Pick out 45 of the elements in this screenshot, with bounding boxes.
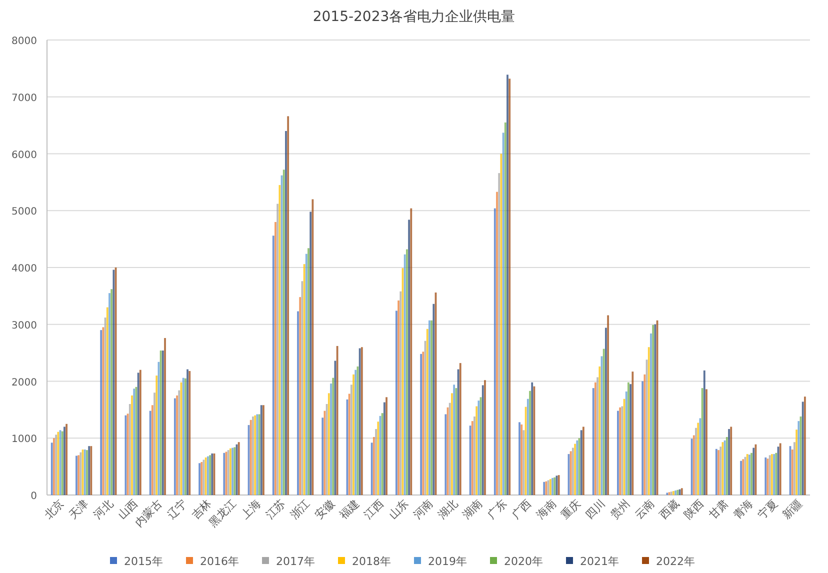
tick-label: 5000 xyxy=(12,206,37,218)
category-label: 甘肃 xyxy=(706,496,731,522)
category-label: 广东 xyxy=(484,496,510,522)
legend-label: 2016年 xyxy=(200,555,239,568)
category-label: 湖北 xyxy=(435,496,460,522)
tick-label: 1000 xyxy=(12,434,37,446)
category-label: 上海 xyxy=(238,496,264,522)
category-label: 贵州 xyxy=(608,496,633,522)
tick-label: 7000 xyxy=(12,92,37,104)
category-label: 新疆 xyxy=(780,496,805,522)
tick-label: 2000 xyxy=(12,377,37,388)
tick-label: 8000 xyxy=(12,36,37,47)
tick-label: 3000 xyxy=(12,320,37,332)
category-label: 云南 xyxy=(632,496,658,522)
category-label: 广西 xyxy=(509,496,534,522)
legend-label: 2017年 xyxy=(276,555,315,568)
category-label: 辽宁 xyxy=(164,496,190,522)
legend-label: 2020年 xyxy=(504,555,543,568)
category-label: 江西 xyxy=(362,496,386,522)
category-label: 河南 xyxy=(410,496,436,522)
category-label: 天津 xyxy=(66,496,92,522)
category-label: 浙江 xyxy=(288,496,313,522)
category-label: 山东 xyxy=(386,496,411,522)
category-label: 北京 xyxy=(42,496,66,522)
chart-title: 2015-2023各省电力企业供电量 xyxy=(312,9,516,25)
category-label: 江苏 xyxy=(263,496,288,522)
legend-label: 2015年 xyxy=(124,555,163,568)
category-label: 陕西 xyxy=(682,496,706,522)
category-label: 重庆 xyxy=(558,496,584,522)
legend-label: 2022年 xyxy=(656,555,695,568)
legend-label: 2019年 xyxy=(428,555,467,568)
category-label: 安徽 xyxy=(312,496,338,522)
legend-label: 2018年 xyxy=(352,555,391,568)
tick-label: 6000 xyxy=(12,150,37,161)
tick-label: 4000 xyxy=(12,264,37,274)
category-label: 海南 xyxy=(534,496,559,522)
category-label: 西藏 xyxy=(657,496,682,522)
tick-label: 0 xyxy=(30,491,37,502)
category-label: 湖南 xyxy=(460,496,485,522)
category-label: 福建 xyxy=(337,496,362,522)
category-label: 青海 xyxy=(730,496,756,522)
category-label: 河北 xyxy=(90,496,116,522)
category-label: 宁夏 xyxy=(755,496,780,522)
legend-label: 2021年 xyxy=(580,555,619,568)
category-label: 四川 xyxy=(583,496,608,522)
